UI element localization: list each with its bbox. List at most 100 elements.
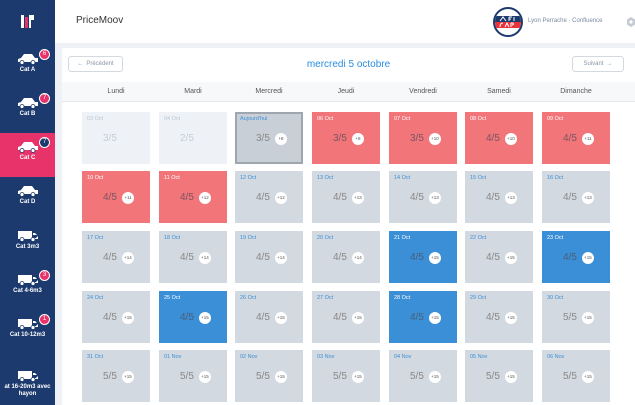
- cell-plus-badge: +15: [352, 312, 364, 324]
- cell-date: 17 Oct: [87, 235, 104, 241]
- count-badge: 6: [39, 49, 50, 60]
- cell-date: 21 Oct: [394, 235, 411, 241]
- cell-plus-badge: +15: [275, 371, 287, 383]
- day-cell[interactable]: 25 Oct 4/5 +15: [159, 291, 227, 343]
- cell-date: 12 Oct: [240, 175, 257, 181]
- cell-count: 4/5: [180, 312, 194, 323]
- sidebar-item-5[interactable]: Cat 3m3: [0, 222, 55, 266]
- cell-count: 3/5: [410, 133, 424, 144]
- cell-count: 4/5: [410, 192, 424, 203]
- day-cell[interactable]: 08 Oct 4/5 +10: [465, 112, 533, 164]
- rent-a-car-logo: [493, 7, 523, 37]
- current-date: mercredi 5 octobre: [306, 59, 391, 70]
- cell-plus-badge: +15: [275, 312, 287, 324]
- day-cell[interactable]: 31 Oct 5/5 +15: [82, 350, 150, 402]
- count-badge: 3: [39, 270, 50, 281]
- day-cell[interactable]: 18 Oct 4/5 +14: [159, 231, 227, 283]
- sidebar-item-7[interactable]: Cat 10-12m3 1: [0, 310, 55, 354]
- day-cell[interactable]: 17 Oct 4/5 +14: [82, 231, 150, 283]
- cell-count: 5/5: [410, 371, 424, 382]
- sidebar-item-1[interactable]: Cat A 6: [0, 45, 55, 89]
- cell-plus-badge: +15: [505, 312, 517, 324]
- van-icon: [17, 319, 38, 330]
- cell-date: 24 Oct: [87, 295, 104, 301]
- cell-date: 15 Oct: [470, 175, 487, 181]
- sidebar-item-6[interactable]: Cat 4-6m3 3: [0, 266, 55, 310]
- day-cell[interactable]: 15 Oct 4/5 +13: [465, 171, 533, 223]
- settings-icon[interactable]: [627, 17, 635, 27]
- cell-plus-badge: +13: [352, 192, 364, 204]
- day-cell[interactable]: 26 Oct 4/5 +15: [235, 291, 303, 343]
- weekday-label: Mardi: [184, 88, 202, 95]
- day-cell[interactable]: 14 Oct 4/5 +13: [389, 171, 457, 223]
- cell-date: 04 Nov: [394, 354, 412, 360]
- day-cell[interactable]: 19 Oct 4/5 +14: [235, 231, 303, 283]
- agency-selector[interactable]: Lyon Perrache · Confluence: [528, 18, 603, 24]
- cell-plus-badge: +13: [582, 192, 594, 204]
- app-logo[interactable]: [0, 0, 55, 42]
- count-badge: 1: [39, 314, 50, 325]
- cell-count: 3/5: [333, 133, 347, 144]
- cell-date: 23 Oct: [547, 235, 564, 241]
- cell-count: 4/5: [486, 312, 500, 323]
- arrow-right-icon: →: [606, 61, 613, 67]
- cell-date: 29 Oct: [470, 295, 487, 301]
- day-cell[interactable]: 30 Oct 5/5 +15: [542, 291, 610, 343]
- cell-date: 25 Oct: [164, 295, 181, 301]
- cell-count: 4/5: [103, 312, 117, 323]
- cell-plus-badge: +15: [199, 371, 211, 383]
- day-cell[interactable]: 10 Oct 4/5 +11: [82, 171, 150, 223]
- day-cell[interactable]: 28 Oct 4/5 +15: [389, 291, 457, 343]
- next-button[interactable]: Suivant →: [572, 56, 624, 72]
- day-cell[interactable]: 06 Oct 3/5 +8: [312, 112, 380, 164]
- day-cell[interactable]: 06 Nov 5/5 +15: [542, 350, 610, 402]
- day-cell[interactable]: 11 Oct 4/5 +12: [159, 171, 227, 223]
- cell-plus-badge: +12: [275, 192, 287, 204]
- count-badge: 7: [39, 93, 50, 104]
- sidebar-item-4[interactable]: Cat D: [0, 177, 55, 221]
- day-cell[interactable]: 09 Oct 4/5 +11: [542, 112, 610, 164]
- cell-date: 20 Oct: [317, 235, 334, 241]
- cell-date: 01 Nov: [164, 354, 182, 360]
- cell-date: 28 Oct: [394, 295, 411, 301]
- cell-plus-badge: +13: [505, 192, 517, 204]
- day-cell[interactable]: 22 Oct 4/5 +15: [465, 231, 533, 283]
- day-cell[interactable]: 12 Oct 4/5 +12: [235, 171, 303, 223]
- day-cell[interactable]: 29 Oct 4/5 +15: [465, 291, 533, 343]
- day-cell[interactable]: 16 Oct 4/5 +13: [542, 171, 610, 223]
- cell-date: 16 Oct: [547, 175, 564, 181]
- cell-count: 5/5: [486, 371, 500, 382]
- sidebar-item-2[interactable]: Cat B 7: [0, 89, 55, 133]
- cell-plus-badge: +15: [429, 252, 441, 264]
- sidebar-item-3[interactable]: Cat C 7: [0, 133, 55, 177]
- cell-count: 4/5: [563, 133, 577, 144]
- cell-count: 3/5: [256, 133, 270, 144]
- cell-count: 5/5: [103, 371, 117, 382]
- sidebar-item-8[interactable]: at 16-20m3 avec hayon: [0, 362, 55, 405]
- day-cell[interactable]: 02 Nov 5/5 +15: [235, 350, 303, 402]
- cell-count: 4/5: [256, 192, 270, 203]
- day-cell[interactable]: 27 Oct 4/5 +15: [312, 291, 380, 343]
- cell-plus-badge: +15: [582, 371, 594, 383]
- day-cell[interactable]: 03 Nov 5/5 +15: [312, 350, 380, 402]
- day-cell[interactable]: 21 Oct 4/5 +15: [389, 231, 457, 283]
- cell-plus-badge: +15: [582, 312, 594, 324]
- day-cell[interactable]: 07 Oct 3/5 +10: [389, 112, 457, 164]
- day-cell[interactable]: Aujourd'hui 3/5 +8: [235, 112, 303, 164]
- cell-count: 4/5: [486, 252, 500, 263]
- day-cell[interactable]: 05 Nov 5/5 +15: [465, 350, 533, 402]
- day-cell[interactable]: 13 Oct 4/5 +13: [312, 171, 380, 223]
- day-cell[interactable]: 24 Oct 4/5 +15: [82, 291, 150, 343]
- sidebar-item-label: Cat A: [19, 67, 36, 73]
- cell-count: 5/5: [563, 371, 577, 382]
- day-cell[interactable]: 01 Nov 5/5 +15: [159, 350, 227, 402]
- day-cell[interactable]: 03 Oct 3/5: [82, 112, 150, 164]
- count-badge: 7: [39, 137, 50, 148]
- day-cell[interactable]: 04 Nov 5/5 +15: [389, 350, 457, 402]
- day-cell[interactable]: 20 Oct 4/5 +14: [312, 231, 380, 283]
- weekday-label: Samedi: [487, 88, 511, 95]
- cell-date: 10 Oct: [87, 175, 104, 181]
- day-cell[interactable]: 23 Oct 4/5 +15: [542, 231, 610, 283]
- day-cell[interactable]: 04 Oct 2/5: [159, 112, 227, 164]
- cell-count: 4/5: [486, 133, 500, 144]
